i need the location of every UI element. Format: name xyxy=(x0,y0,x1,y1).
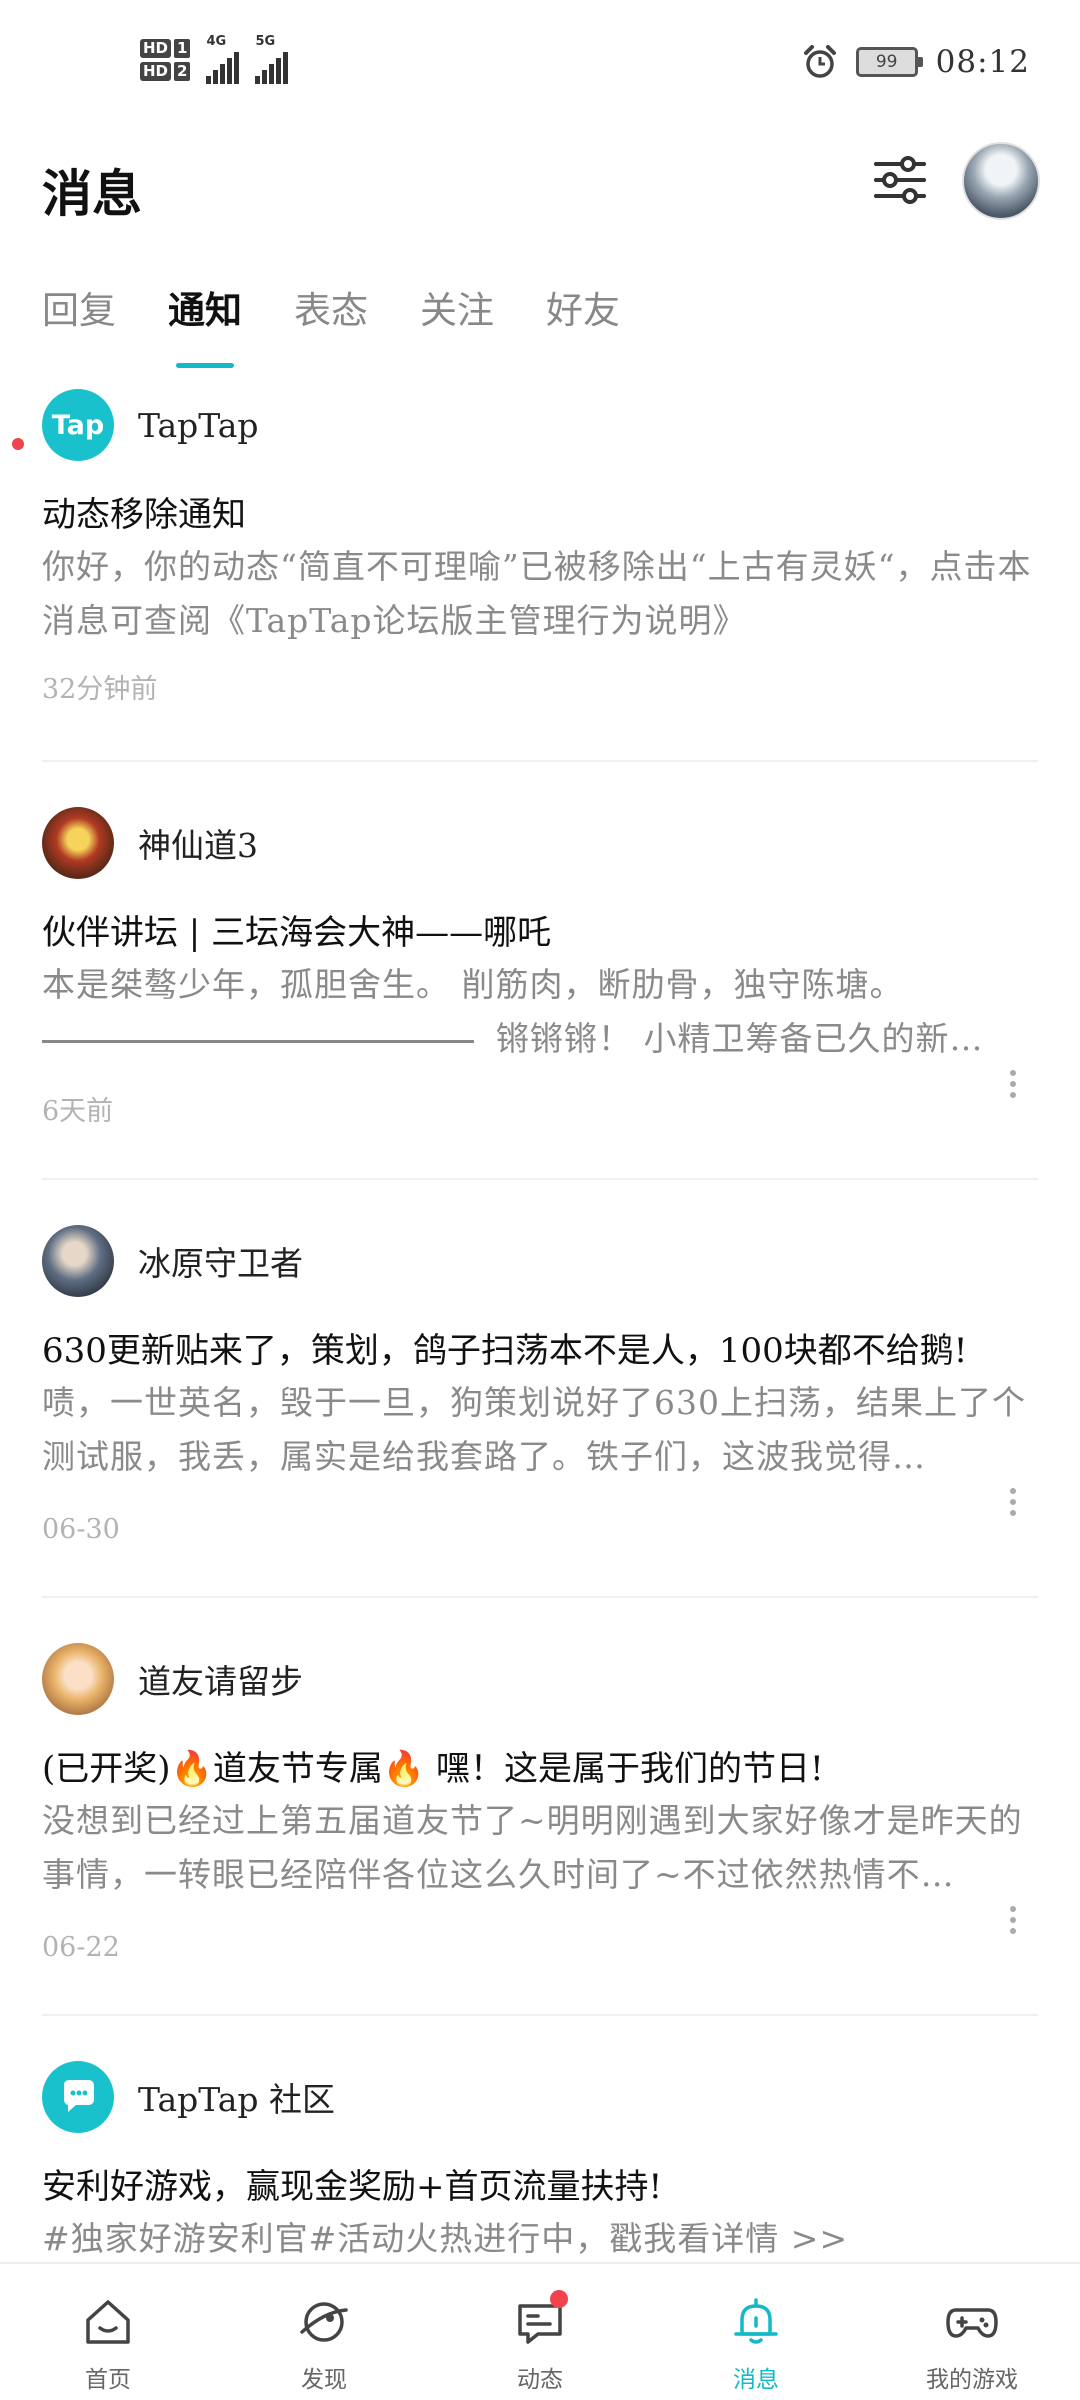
nav-feed[interactable]: 动态 xyxy=(432,2264,648,2400)
message-body-line2: 锵锵锵！ 小精卫筹备已久的新… xyxy=(496,1019,984,1058)
chat-bubble-icon xyxy=(64,2080,94,2112)
bell-icon xyxy=(734,2298,778,2344)
nav-messages[interactable]: 消息 xyxy=(648,2264,864,2400)
discover-icon xyxy=(300,2302,348,2342)
home-icon xyxy=(86,2300,130,2344)
more-options-icon[interactable] xyxy=(998,1064,1028,1104)
nav-home-label: 首页 xyxy=(85,2367,131,2393)
signal-4g-icon: 4G xyxy=(206,34,240,84)
header: 消息 xyxy=(0,130,1080,240)
message-body: 本是桀骜少年，孤胆舍生。 削筋肉，断肋骨，独守陈塘。 锵锵锵！ 小精卫筹备已久的… xyxy=(42,958,1038,1066)
list-item[interactable]: Tap TapTap 动态移除通知 你好，你的动态“简直不可理喻”已被移除出“上… xyxy=(12,380,1038,762)
bottom-nav: 首页 发现 动态 消息 我的游戏 xyxy=(0,2262,1080,2400)
sim2-hd-tag: HD xyxy=(140,62,172,81)
net2-label: 5G xyxy=(255,34,276,49)
clock: 08:12 xyxy=(935,44,1030,80)
message-title: 安利好游戏，赢现金奖励+首页流量扶持! xyxy=(42,2167,663,2207)
tab-notifications[interactable]: 通知 xyxy=(168,280,242,368)
nav-feed-label: 动态 xyxy=(517,2367,563,2393)
game-avatar[interactable] xyxy=(42,807,114,879)
feed-icon-wrap xyxy=(510,2290,570,2352)
message-title: 630更新贴来了，策划，鸽子扫荡本不是人，100块都不给鹅! xyxy=(42,1331,968,1371)
unread-dot xyxy=(12,438,24,450)
author-name[interactable]: 神仙道3 xyxy=(138,819,258,867)
user-avatar[interactable] xyxy=(962,142,1040,220)
sim2-number: 2 xyxy=(174,62,191,81)
message-title: 伙伴讲坛 | 三坛海会大神——哪吒 xyxy=(42,913,552,953)
user-avatar-dao[interactable] xyxy=(42,1643,114,1715)
message-title: (已开奖)🔥道友节专属🔥 嘿！这是属于我们的节日! xyxy=(42,1749,824,1789)
message-tabs: 回复 通知 表态 关注 好友 xyxy=(42,280,620,368)
nav-discover[interactable]: 发现 xyxy=(216,2264,432,2400)
more-options-icon[interactable] xyxy=(998,1482,1028,1522)
message-body: 你好，你的动态“简直不可理喻”已被移除出“上古有灵妖“，点击本消息可查阅《Tap… xyxy=(42,547,1032,640)
feed-notification-badge xyxy=(550,2290,568,2308)
divider-line xyxy=(42,1039,474,1043)
nav-discover-label: 发现 xyxy=(301,2367,347,2393)
alarm-icon xyxy=(803,45,836,78)
message-body: #独家好游安利官#活动火热进行中，戳我看详情 >> xyxy=(42,2219,849,2258)
list-item[interactable]: TapTap 社区 安利好游戏，赢现金奖励+首页流量扶持! #独家好游安利官#活… xyxy=(42,2016,1038,2276)
filter-button[interactable] xyxy=(870,150,930,210)
message-time: 32分钟前 xyxy=(42,674,158,705)
message-title: 动态移除通知 xyxy=(42,495,246,535)
list-item[interactable]: 冰原守卫者 630更新贴来了，策划，鸽子扫荡本不是人，100块都不给鹅! 啧，一… xyxy=(42,1180,1038,1598)
nav-home[interactable]: 首页 xyxy=(0,2264,216,2400)
message-body-line1: 本是桀骜少年，孤胆舍生。 削筋肉，断肋骨，独守陈塘。 xyxy=(42,965,904,1004)
gamepad-icon xyxy=(946,2308,998,2338)
author-name[interactable]: TapTap xyxy=(138,406,259,445)
author-name[interactable]: TapTap 社区 xyxy=(138,2073,335,2121)
signal-5g-icon: 5G xyxy=(255,34,289,84)
more-options-icon[interactable] xyxy=(998,1900,1028,1940)
nav-my-games-label: 我的游戏 xyxy=(926,2367,1018,2393)
message-body: 啧，一世英名，毁于一旦，狗策划说好了630上扫荡，结果上了个测试服，我丢，属实是… xyxy=(42,1383,1026,1476)
battery-icon: 99 xyxy=(855,47,923,77)
tab-replies[interactable]: 回复 xyxy=(42,280,116,334)
page-title: 消息 xyxy=(42,164,142,223)
user-avatar-ice[interactable] xyxy=(42,1225,114,1297)
sim-indicators: HD 1 HD 2 xyxy=(140,39,191,81)
list-item[interactable]: 道友请留步 (已开奖)🔥道友节专属🔥 嘿！这是属于我们的节日! 没想到已经过上第… xyxy=(42,1598,1038,2016)
filter-sliders-icon xyxy=(874,156,926,204)
tab-reactions[interactable]: 表态 xyxy=(294,280,368,334)
message-list: Tap TapTap 动态移除通知 你好，你的动态“简直不可理喻”已被移除出“上… xyxy=(12,380,1038,2276)
status-bar: HD 1 HD 2 4G 5G 99 08:12 xyxy=(0,0,1080,120)
author-name[interactable]: 道友请留步 xyxy=(138,1655,303,1703)
tab-follows[interactable]: 关注 xyxy=(420,280,494,334)
network-indicators: HD 1 HD 2 4G 5G xyxy=(140,34,289,84)
nav-messages-label: 消息 xyxy=(733,2367,779,2393)
net1-label: 4G xyxy=(206,34,227,49)
author-name[interactable]: 冰原守卫者 xyxy=(138,1237,303,1285)
system-indicators: 99 08:12 xyxy=(802,44,1030,80)
message-body-line2-wrap: 锵锵锵！ 小精卫筹备已久的新… xyxy=(42,1012,1038,1066)
message-body: 没想到已经过上第五届道友节了~明明刚遇到大家好像才是昨天的事情，一转眼已经陪伴各… xyxy=(42,1801,1023,1894)
message-time: 6天前 xyxy=(42,1096,114,1127)
message-time: 06-22 xyxy=(42,1932,120,1963)
taptap-community-avatar[interactable] xyxy=(42,2061,114,2133)
list-item[interactable]: 神仙道3 伙伴讲坛 | 三坛海会大神——哪吒 本是桀骜少年，孤胆舍生。 削筋肉，… xyxy=(42,762,1038,1180)
sim1-number: 1 xyxy=(174,39,191,58)
tab-friends[interactable]: 好友 xyxy=(546,280,620,334)
sim1-hd-tag: HD xyxy=(140,39,172,58)
taptap-avatar[interactable]: Tap xyxy=(42,389,114,461)
avatar-logo-text: Tap xyxy=(51,409,105,441)
message-time: 06-30 xyxy=(42,1514,120,1545)
nav-my-games[interactable]: 我的游戏 xyxy=(864,2264,1080,2400)
